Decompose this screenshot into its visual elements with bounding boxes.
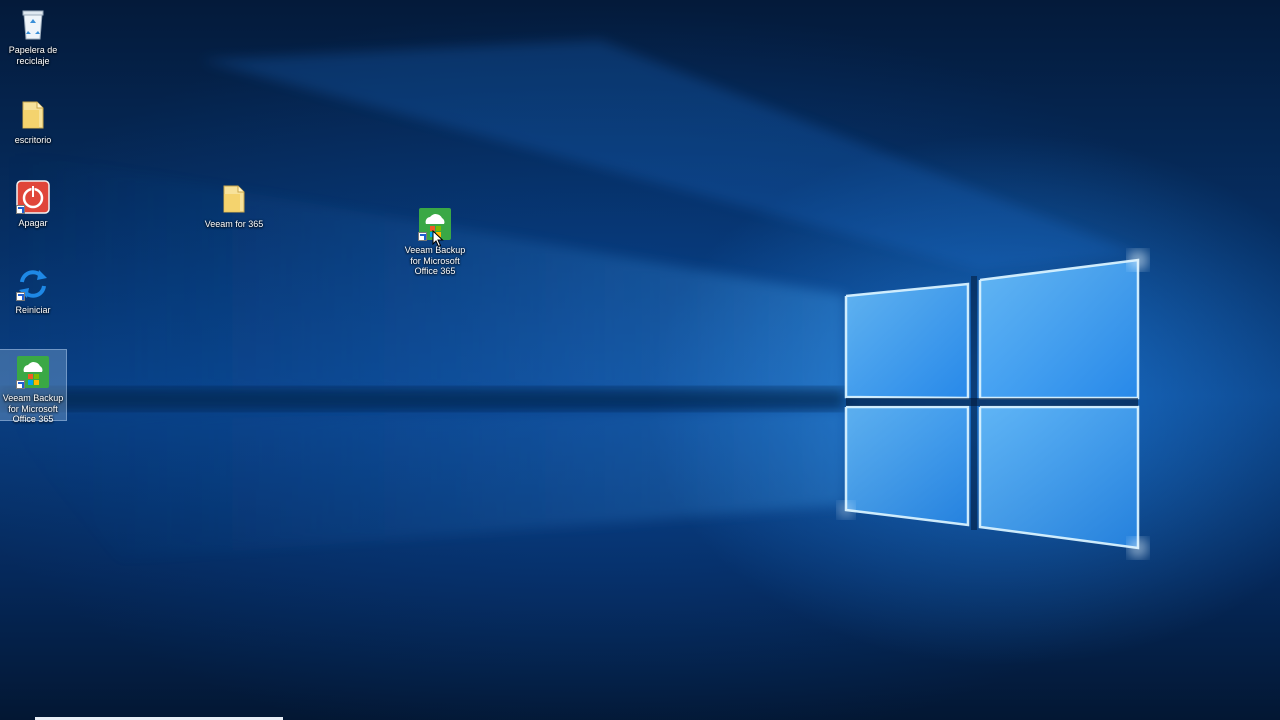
shortcut-arrow-icon xyxy=(16,205,25,214)
desktop-icon-recycle-bin[interactable]: Papelera de reciclaje xyxy=(0,2,66,66)
desktop-icon-veeam-backup-selected[interactable]: Veeam Backup for Microsoft Office 365 xyxy=(0,349,67,424)
restart-icon xyxy=(15,266,51,302)
mouse-cursor-icon xyxy=(432,230,444,248)
desktop-icon-label: Reiniciar xyxy=(15,305,51,315)
desktop-icon-reiniciar[interactable]: Reiniciar xyxy=(0,262,66,316)
power-icon xyxy=(15,179,51,215)
shortcut-arrow-icon xyxy=(16,292,25,301)
desktop[interactable]: Papelera de reciclaje escritorio Apagar xyxy=(0,0,1280,720)
folder-icon xyxy=(15,96,51,132)
desktop-icon-label: Veeam Backup for Microsoft Office 365 xyxy=(2,393,64,424)
desktop-icon-label: Veeam Backup for Microsoft Office 365 xyxy=(404,245,466,276)
veeam-backup-icon xyxy=(15,354,51,390)
desktop-icon-escritorio[interactable]: escritorio xyxy=(0,92,66,146)
desktop-icon-label: escritorio xyxy=(14,135,52,145)
desktop-icon-label: Papelera de reciclaje xyxy=(8,45,58,66)
shortcut-arrow-icon xyxy=(418,232,427,241)
desktop-icon-label: Apagar xyxy=(18,218,48,228)
windows-10-wallpaper xyxy=(0,40,1148,560)
desktop-icon-label: Veeam for 365 xyxy=(204,219,264,229)
desktop-icon-apagar[interactable]: Apagar xyxy=(0,175,66,229)
desktop-icon-veeam-for-365[interactable]: Veeam for 365 xyxy=(201,176,267,230)
shortcut-arrow-icon xyxy=(16,380,25,389)
recycle-bin-icon xyxy=(15,6,51,42)
folder-icon xyxy=(216,180,252,216)
